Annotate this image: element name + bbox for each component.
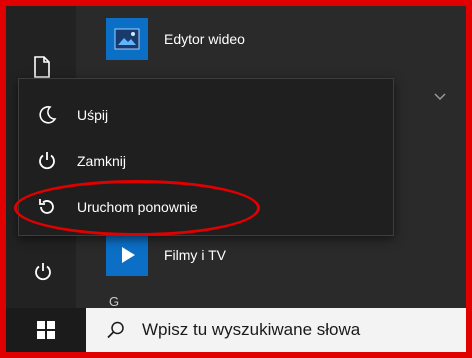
start-button[interactable] bbox=[6, 308, 86, 352]
shutdown-label: Zamknij bbox=[77, 153, 127, 169]
group-letter[interactable]: G bbox=[109, 294, 119, 309]
restart-option[interactable]: Uruchom ponownie bbox=[19, 185, 393, 229]
start-menu: Edytor wideo Filmy i TV G Uśpij Zamknij bbox=[6, 6, 466, 352]
windows-logo-icon bbox=[37, 321, 55, 339]
power-options-flyout: Uśpij Zamknij Uruchom ponownie bbox=[18, 78, 394, 236]
moon-icon bbox=[35, 103, 59, 127]
sleep-option[interactable]: Uśpij bbox=[19, 93, 393, 137]
app-movies-tv[interactable]: Filmy i TV bbox=[106, 234, 226, 276]
taskbar bbox=[6, 308, 466, 352]
app-label: Filmy i TV bbox=[164, 247, 226, 263]
power-icon[interactable] bbox=[33, 262, 53, 287]
app-video-editor[interactable]: Edytor wideo bbox=[106, 18, 245, 60]
power-icon bbox=[35, 149, 59, 173]
search-box[interactable] bbox=[86, 308, 466, 352]
app-label: Edytor wideo bbox=[164, 31, 245, 47]
search-icon bbox=[106, 320, 126, 340]
sleep-label: Uśpij bbox=[77, 107, 109, 123]
movies-tv-icon bbox=[106, 234, 148, 276]
restart-icon bbox=[35, 195, 59, 219]
video-editor-icon bbox=[106, 18, 148, 60]
chevron-down-icon[interactable] bbox=[434, 88, 446, 106]
restart-label: Uruchom ponownie bbox=[77, 199, 198, 215]
search-input[interactable] bbox=[140, 319, 464, 341]
shutdown-option[interactable]: Zamknij bbox=[19, 139, 393, 183]
